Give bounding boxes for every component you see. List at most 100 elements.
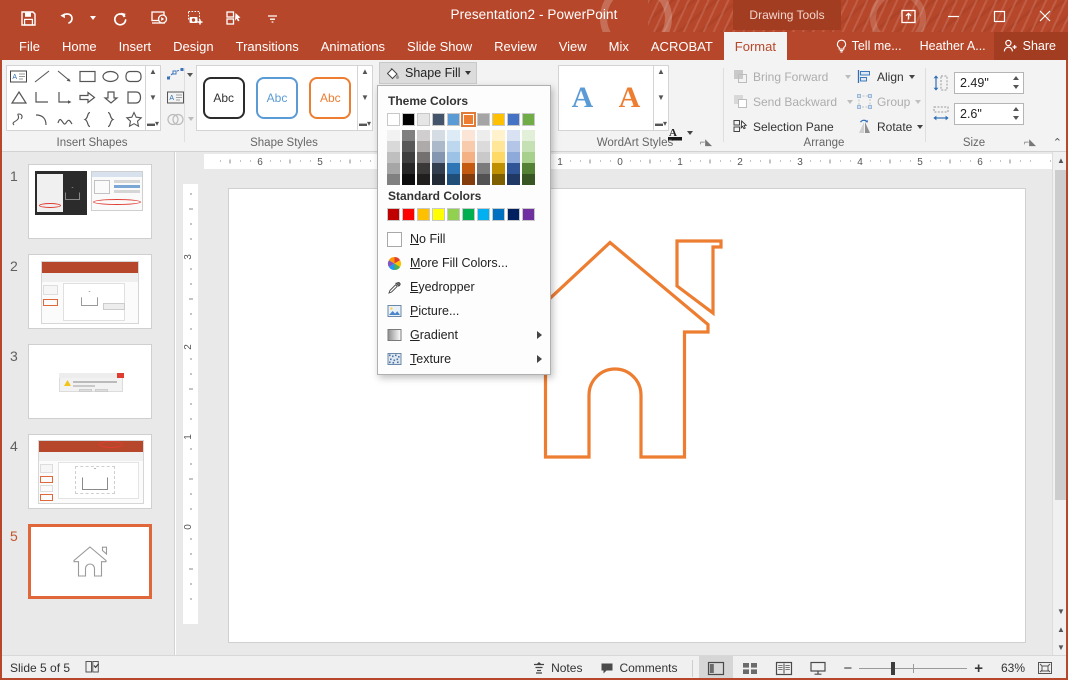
- shape-style-sample-3[interactable]: Abc: [309, 77, 352, 119]
- standard-color-swatch-1[interactable]: [402, 208, 415, 221]
- theme-color-swatch-3[interactable]: [432, 113, 445, 126]
- tab-view[interactable]: View: [548, 32, 598, 60]
- zoom-track[interactable]: [859, 661, 968, 675]
- shape-elbow-connector-icon[interactable]: [30, 87, 53, 108]
- theme-tint-swatch-3-0[interactable]: [432, 130, 445, 141]
- shape-width-input[interactable]: 2.6": [954, 102, 1024, 125]
- theme-tint-swatch-1-0[interactable]: [402, 130, 415, 141]
- theme-tint-swatch-2-4[interactable]: [417, 174, 430, 185]
- tab-mix[interactable]: Mix: [598, 32, 640, 60]
- theme-tint-swatch-1-3[interactable]: [402, 163, 415, 174]
- shape-freeform-scribble-icon[interactable]: [7, 109, 30, 130]
- horizontal-ruler[interactable]: 6 5 1 0 1 2 3 4 5 6: [176, 152, 1068, 172]
- shape-arrow-icon[interactable]: [53, 66, 76, 87]
- theme-tint-swatch-5-0[interactable]: [462, 130, 475, 141]
- accessibility-check-icon[interactable]: [84, 659, 101, 677]
- zoom-out-button[interactable]: −: [843, 660, 852, 677]
- tab-acrobat[interactable]: ACROBAT: [640, 32, 724, 60]
- shapes-gallery[interactable]: A: [6, 65, 146, 131]
- shape-fill-dropdown-icon[interactable]: [464, 71, 471, 75]
- theme-tint-swatch-0-4[interactable]: [387, 174, 400, 185]
- thumbnail-image-3[interactable]: [28, 344, 152, 419]
- theme-tint-swatch-5-4[interactable]: [462, 174, 475, 185]
- send-backward-dropdown-icon[interactable]: [847, 99, 854, 104]
- theme-tint-swatch-7-3[interactable]: [492, 163, 505, 174]
- theme-tint-swatch-6-0[interactable]: [477, 130, 490, 141]
- standard-color-swatch-2[interactable]: [417, 208, 430, 221]
- menu-item-texture[interactable]: Texture: [378, 347, 550, 371]
- house-shape[interactable]: [229, 189, 1027, 644]
- standard-color-swatch-5[interactable]: [462, 208, 475, 221]
- shape-triangle-icon[interactable]: [7, 87, 30, 108]
- theme-tint-swatch-4-3[interactable]: [447, 163, 460, 174]
- theme-color-swatch-7[interactable]: [492, 113, 505, 126]
- theme-tint-swatch-6-4[interactable]: [477, 174, 490, 185]
- group-button[interactable]: Group: [854, 90, 926, 113]
- slide-thumbnail-pane[interactable]: 1 2 3 4 5: [0, 152, 175, 655]
- shape-fill-button[interactable]: Shape Fill: [379, 62, 477, 84]
- shape-arc-icon[interactable]: [30, 109, 53, 130]
- send-backward-button[interactable]: Send Backward: [730, 90, 856, 113]
- standard-color-swatch-8[interactable]: [507, 208, 520, 221]
- account-name[interactable]: Heather A...: [912, 32, 994, 60]
- standard-color-swatch-6[interactable]: [477, 208, 490, 221]
- theme-tint-swatch-0-2[interactable]: [387, 152, 400, 163]
- rotate-dropdown-icon[interactable]: [917, 124, 924, 129]
- theme-tint-swatch-8-2[interactable]: [507, 152, 520, 163]
- menu-item-gradient[interactable]: Gradient: [378, 323, 550, 347]
- menu-item-eyedropper[interactable]: Eyedropper: [378, 275, 550, 299]
- tab-transitions[interactable]: Transitions: [225, 32, 310, 60]
- theme-tint-swatch-1-4[interactable]: [402, 174, 415, 185]
- standard-color-swatch-4[interactable]: [447, 208, 460, 221]
- shape-style-sample-1[interactable]: Abc: [202, 77, 245, 119]
- tell-me-box[interactable]: Tell me...: [825, 32, 912, 60]
- theme-tint-swatch-7-4[interactable]: [492, 174, 505, 185]
- theme-tint-swatch-1-2[interactable]: [402, 152, 415, 163]
- shape-elbow-arrow-icon[interactable]: [53, 87, 76, 108]
- theme-tint-swatch-3-1[interactable]: [432, 141, 445, 152]
- theme-tint-swatch-6-1[interactable]: [477, 141, 490, 152]
- wordart-styles-gallery[interactable]: A A: [558, 65, 654, 131]
- minimize-icon[interactable]: [930, 0, 976, 32]
- shape-oval-icon[interactable]: [99, 66, 122, 87]
- tab-file[interactable]: File: [8, 32, 51, 60]
- theme-tint-swatch-5-1[interactable]: [462, 141, 475, 152]
- shape-rounded-rectangle-icon[interactable]: [122, 66, 145, 87]
- tab-design[interactable]: Design: [162, 32, 224, 60]
- slide-indicator[interactable]: Slide 5 of 5: [10, 661, 70, 675]
- bring-forward-dropdown-icon[interactable]: [845, 74, 852, 79]
- comments-button[interactable]: Comments: [591, 656, 686, 680]
- theme-color-swatch-2[interactable]: [417, 113, 430, 126]
- tab-insert[interactable]: Insert: [108, 32, 163, 60]
- close-icon[interactable]: [1022, 0, 1068, 32]
- wordart-dialog-launcher[interactable]: ⌐◣: [700, 137, 712, 148]
- tab-review[interactable]: Review: [483, 32, 548, 60]
- theme-tint-swatch-4-1[interactable]: [447, 141, 460, 152]
- theme-color-swatch-5[interactable]: [461, 112, 476, 127]
- theme-color-swatch-0[interactable]: [387, 113, 400, 126]
- shape-left-brace-icon[interactable]: [76, 109, 99, 130]
- slide-sorter-button[interactable]: [733, 656, 767, 680]
- theme-tint-swatch-6-2[interactable]: [477, 152, 490, 163]
- wordart-sample-2[interactable]: A: [619, 83, 641, 113]
- theme-color-swatch-1[interactable]: [402, 113, 415, 126]
- shape-curve-icon[interactable]: [53, 109, 76, 130]
- theme-tint-swatch-4-4[interactable]: [447, 174, 460, 185]
- standard-color-swatch-9[interactable]: [522, 208, 535, 221]
- shape-line-icon[interactable]: [30, 66, 53, 87]
- shape-styles-gallery[interactable]: Abc Abc Abc: [196, 65, 358, 131]
- zoom-handle[interactable]: [891, 661, 896, 675]
- theme-tint-swatch-7-2[interactable]: [492, 152, 505, 163]
- gallery-scroll-up-icon[interactable]: ▲: [149, 68, 157, 76]
- wordart-more-icon[interactable]: ▬▾: [655, 120, 667, 128]
- slide-canvas[interactable]: [228, 188, 1026, 643]
- shape-height-stepper[interactable]: [1010, 74, 1021, 92]
- wordart-scroll-down-icon[interactable]: ▼: [657, 94, 665, 102]
- theme-tint-swatch-0-1[interactable]: [387, 141, 400, 152]
- zoom-in-button[interactable]: +: [974, 660, 983, 677]
- shape-height-input[interactable]: 2.49": [954, 71, 1024, 94]
- shapes-gallery-scroll[interactable]: ▲ ▼ ▬▾: [146, 65, 161, 131]
- tab-home[interactable]: Home: [51, 32, 108, 60]
- tab-slide-show[interactable]: Slide Show: [396, 32, 483, 60]
- gallery-more-icon[interactable]: ▬▾: [147, 120, 159, 128]
